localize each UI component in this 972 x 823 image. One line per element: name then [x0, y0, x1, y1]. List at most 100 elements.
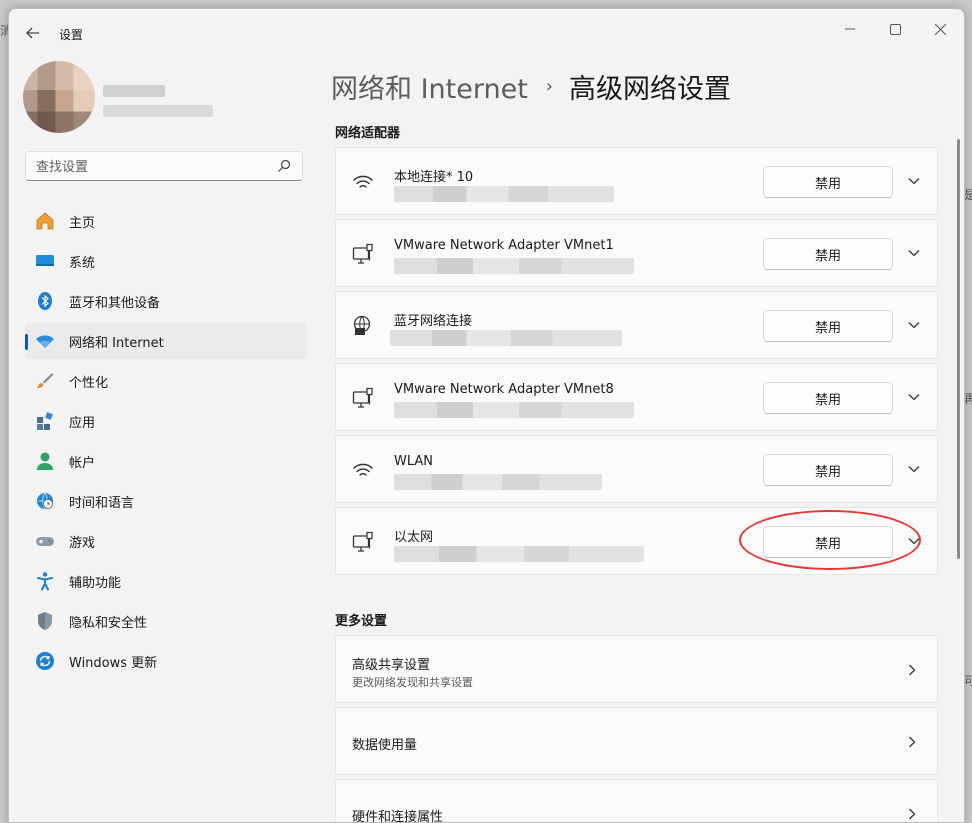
wifi-icon	[353, 463, 373, 476]
wifi-icon	[35, 331, 55, 351]
search-box[interactable]	[25, 151, 303, 181]
adapter-details-redacted	[394, 258, 634, 274]
breadcrumb-parent[interactable]: 网络和 Internet	[331, 67, 528, 106]
adapter-name: WLAN	[394, 454, 434, 469]
back-button[interactable]	[21, 21, 45, 45]
highlight-annotation	[739, 510, 921, 570]
chevron-down-icon[interactable]	[907, 390, 921, 404]
ethernet-monitor-icon	[352, 387, 373, 408]
adapter-details-redacted	[394, 186, 614, 202]
chevron-right-icon	[909, 808, 916, 820]
adapter-name: 本地连接* 10	[394, 170, 474, 185]
hardware-properties-card[interactable]: 硬件和连接属性	[335, 779, 938, 822]
adapter-card[interactable]: VMware Network Adapter VMnet8 禁用	[335, 363, 938, 431]
close-icon	[934, 23, 946, 35]
chevron-down-icon[interactable]	[907, 318, 921, 332]
sidebar-item-label: 辅助功能	[69, 575, 122, 591]
breadcrumb: 网络和 Internet › 高级网络设置	[331, 67, 731, 106]
sidebar-item-privacy[interactable]: 隐私和安全性	[25, 603, 307, 639]
minimize-icon	[845, 28, 855, 30]
more-settings-section-title: 更多设置	[335, 614, 388, 629]
chevron-down-icon[interactable]	[907, 246, 921, 260]
close-button[interactable]	[917, 14, 963, 44]
sidebar-item-label: 网络和 Internet	[69, 335, 164, 351]
wifi-icon	[353, 175, 373, 188]
title-bar: 设置	[9, 9, 964, 57]
chevron-down-icon[interactable]	[907, 174, 921, 188]
data-usage-card[interactable]: 数据使用量	[335, 707, 938, 775]
adapter-card[interactable]: 蓝牙网络连接 禁用	[335, 291, 938, 359]
adapter-details-redacted	[394, 474, 602, 490]
apps-icon	[35, 411, 55, 431]
disable-button[interactable]: 禁用	[763, 310, 893, 342]
adapter-name: 蓝牙网络连接	[394, 314, 473, 329]
globe-clock-icon	[35, 491, 55, 511]
adapters-section-title: 网络适配器	[335, 126, 401, 141]
ethernet-monitor-icon	[352, 531, 373, 552]
sidebar-item-label: 蓝牙和其他设备	[69, 295, 161, 311]
adapter-details-redacted	[394, 402, 634, 418]
background-window-fragment: 可	[964, 674, 972, 688]
disable-button[interactable]: 禁用	[763, 382, 893, 414]
sidebar-nav: 主页 系统 蓝牙和其他设备 网络和 Internet 个性化 应用 帐户 时间和…	[25, 203, 307, 683]
sidebar-item-label: 时间和语言	[69, 495, 135, 511]
sidebar-item-time-language[interactable]: 时间和语言	[25, 483, 307, 519]
adapter-card[interactable]: VMware Network Adapter VMnet1 禁用	[335, 219, 938, 287]
sidebar-item-label: 个性化	[69, 375, 109, 391]
sidebar-item-apps[interactable]: 应用	[25, 403, 307, 439]
adapter-name: VMware Network Adapter VMnet1	[394, 238, 614, 253]
adapter-card[interactable]: WLAN 禁用	[335, 435, 938, 503]
sidebar-item-bluetooth[interactable]: 蓝牙和其他设备	[25, 283, 307, 319]
sidebar-item-accounts[interactable]: 帐户	[25, 443, 307, 479]
adapter-card[interactable]: 本地连接* 10 禁用	[335, 147, 938, 215]
user-profile[interactable]	[23, 61, 313, 141]
chevron-down-icon[interactable]	[907, 462, 921, 476]
sidebar-item-label: 应用	[69, 415, 96, 431]
disable-button[interactable]: 禁用	[763, 166, 893, 198]
globe-monitor-icon	[353, 315, 371, 335]
maximize-icon	[889, 23, 901, 35]
search-input[interactable]	[34, 156, 268, 178]
sidebar-item-gaming[interactable]: 游戏	[25, 523, 307, 559]
background-window-fragment: 是	[964, 188, 972, 202]
adapter-details-redacted	[390, 330, 622, 346]
advanced-sharing-card[interactable]: 高级共享设置 更改网络发现和共享设置	[335, 635, 938, 703]
setting-title: 高级共享设置	[352, 658, 431, 673]
chevron-right-icon	[909, 664, 916, 676]
app-title: 设置	[59, 28, 84, 42]
home-icon	[35, 211, 55, 231]
minimize-button[interactable]	[827, 14, 873, 44]
adapter-details-redacted	[394, 546, 644, 562]
disable-button[interactable]: 禁用	[763, 454, 893, 486]
bluetooth-icon	[35, 291, 55, 311]
sidebar-item-network[interactable]: 网络和 Internet	[25, 323, 307, 359]
user-name-redacted	[103, 85, 165, 97]
disable-button[interactable]: 禁用	[763, 238, 893, 270]
sidebar-item-label: 主页	[69, 215, 96, 231]
system-icon	[35, 251, 55, 271]
update-icon	[35, 651, 55, 671]
maximize-button[interactable]	[872, 14, 918, 44]
search-icon[interactable]	[276, 158, 292, 174]
sidebar-item-system[interactable]: 系统	[25, 243, 307, 279]
sidebar-item-label: 隐私和安全性	[69, 615, 148, 631]
accessibility-icon	[35, 571, 55, 591]
scrollbar[interactable]	[957, 139, 960, 559]
settings-window: 设置 主页 系统 蓝牙和其他设备	[8, 8, 965, 823]
sidebar-item-label: 游戏	[69, 535, 96, 551]
chevron-right-icon	[909, 736, 916, 748]
sidebar-item-accessibility[interactable]: 辅助功能	[25, 563, 307, 599]
sidebar-item-label: 系统	[69, 255, 96, 271]
account-icon	[35, 451, 55, 471]
adapter-name: 以太网	[394, 530, 434, 545]
setting-description: 更改网络发现和共享设置	[352, 676, 473, 689]
back-arrow-icon	[26, 27, 39, 39]
sidebar-item-home[interactable]: 主页	[25, 203, 307, 239]
ethernet-monitor-icon	[352, 243, 373, 264]
sidebar-item-label: 帐户	[69, 455, 96, 471]
brush-icon	[35, 371, 55, 391]
sidebar-item-windows-update[interactable]: Windows 更新	[25, 643, 307, 679]
user-email-redacted	[103, 105, 213, 117]
sidebar-item-personalization[interactable]: 个性化	[25, 363, 307, 399]
page-title: 高级网络设置	[569, 74, 731, 105]
